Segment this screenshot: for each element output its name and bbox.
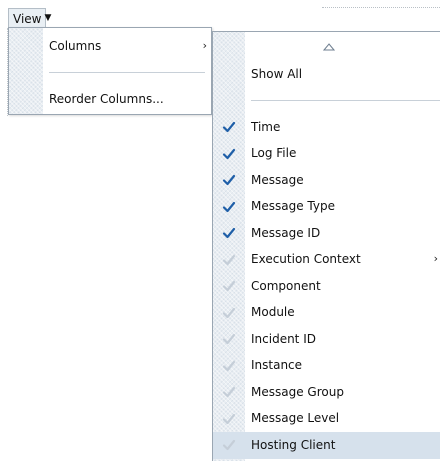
checkmark-icon (222, 438, 236, 452)
menu-item-label: Message Group (251, 384, 344, 399)
column-toggle-item[interactable]: Message Type (213, 194, 440, 221)
checkmark-icon (222, 226, 236, 240)
column-toggle-item[interactable]: Time (213, 114, 440, 141)
checkmark-icon (222, 173, 236, 187)
column-toggle-item[interactable]: Message ID (213, 220, 440, 247)
column-toggle-item[interactable]: Component (213, 273, 440, 300)
checkmark-icon (222, 200, 236, 214)
checkmark-icon (222, 279, 236, 293)
menu-item-show-all[interactable]: Show All (213, 60, 440, 88)
menu-item-label: Show All (251, 67, 303, 81)
menu-item-label: Reorder Columns... (49, 92, 164, 106)
column-toggle-item[interactable]: Log File (213, 141, 440, 168)
checkmark-icon (222, 306, 236, 320)
column-toggle-item[interactable]: Message Group (213, 379, 440, 406)
view-dropdown-menu: Columns › Reorder Columns... (8, 27, 212, 115)
menu-item-label: Module (251, 305, 295, 320)
menu-item-label: Message ID (251, 225, 321, 240)
chevron-right-icon: › (202, 39, 207, 52)
menu-separator (251, 100, 440, 101)
columns-submenu: Show All Time Log File Message Message Type… (212, 31, 440, 461)
column-toggle-item[interactable]: Execution Context › (213, 247, 440, 274)
menu-item-label: Time (251, 119, 281, 134)
column-toggle-item[interactable]: Instance (213, 353, 440, 380)
background-guide-line (322, 7, 440, 8)
triangle-up-icon[interactable] (322, 40, 336, 51)
menu-item-label: Instance (251, 358, 303, 373)
menu-item-label: Execution Context (251, 252, 361, 267)
menu-item-reorder-columns[interactable]: Reorder Columns... (9, 87, 211, 113)
menu-item-label: Columns (49, 39, 102, 53)
chevron-right-icon: › (433, 252, 438, 266)
menu-item-label: Component (251, 278, 321, 293)
column-toggle-item[interactable]: Message (213, 167, 440, 194)
view-menu-button[interactable]: View ▼ (8, 8, 51, 28)
checkmark-icon (222, 253, 236, 267)
menu-item-label: Message Level (251, 411, 340, 426)
checkmark-icon (222, 385, 236, 399)
checkmark-icon (222, 147, 236, 161)
menu-item-columns[interactable]: Columns › (9, 31, 211, 61)
view-menu-label: View (13, 11, 42, 26)
menu-item-label: Hosting Client (251, 437, 336, 452)
menu-item-label: Incident ID (251, 331, 316, 346)
checkmark-icon (222, 332, 236, 346)
menu-item-label: Message Type (251, 199, 335, 214)
checkmark-icon (222, 359, 236, 373)
column-toggle-item[interactable]: Incident ID (213, 326, 440, 353)
column-toggle-item[interactable]: Hosting Client (213, 432, 440, 459)
menu-separator (49, 72, 205, 73)
chevron-down-icon: ▼ (44, 13, 52, 23)
menu-item-label: Log File (251, 146, 297, 161)
checkmark-icon (222, 412, 236, 426)
column-toggle-item[interactable]: Message Level (213, 406, 440, 433)
column-toggle-item[interactable]: Module (213, 300, 440, 327)
menu-item-label: Message (251, 172, 304, 187)
checkmark-icon (222, 120, 236, 134)
